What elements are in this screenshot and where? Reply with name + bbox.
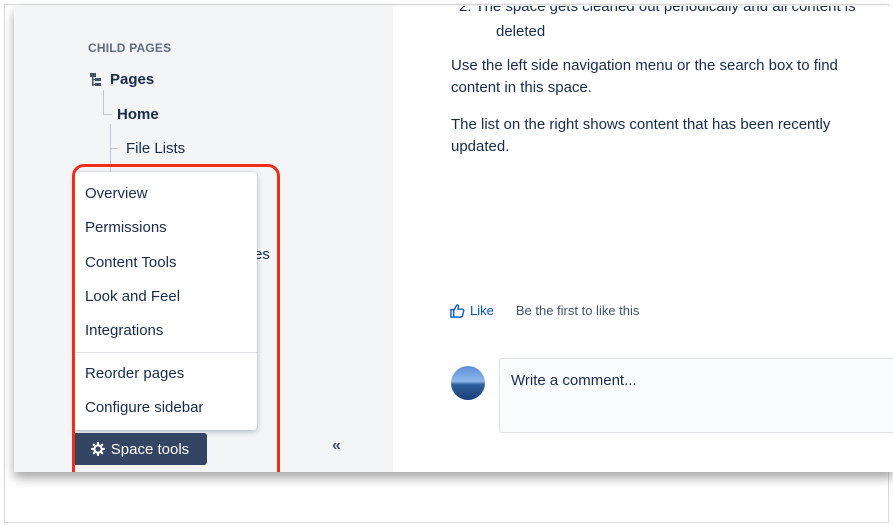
thumbs-up-icon[interactable]	[450, 303, 465, 318]
collapse-sidebar-icon[interactable]: «	[332, 437, 341, 455]
menu-item-overview[interactable]: Overview	[85, 185, 148, 202]
tree-item-pages[interactable]: Pages	[90, 71, 154, 88]
menu-divider	[74, 352, 257, 353]
page-content: 2. The space gets cleaned out periodical…	[393, 6, 893, 472]
tree-item-file-lists[interactable]: File Lists	[126, 140, 185, 157]
space-tools-label: Space tools	[110, 440, 190, 458]
menu-item-look-and-feel[interactable]: Look and Feel	[85, 288, 180, 305]
gear-icon	[90, 442, 105, 456]
menu-item-permissions[interactable]: Permissions	[85, 219, 167, 236]
confluence-window: CHILD PAGES Pages Home File Lists es Ove…	[14, 6, 893, 472]
menu-item-content-tools[interactable]: Content Tools	[85, 254, 176, 271]
page-tree-icon	[90, 72, 101, 86]
paragraph-navigation: Use the left side navigation menu or the…	[451, 57, 838, 96]
tree-item-home[interactable]: Home	[117, 106, 159, 123]
child-pages-heading: CHILD PAGES	[88, 41, 172, 55]
avatar	[451, 366, 485, 400]
tree-connector	[110, 148, 118, 149]
menu-item-reorder-pages[interactable]: Reorder pages	[85, 365, 184, 382]
menu-item-integrations[interactable]: Integrations	[85, 322, 163, 339]
paragraph-recent: The list on the right shows content that…	[451, 116, 831, 155]
space-tools-menu: Overview Permissions Content Tools Look …	[74, 172, 257, 430]
space-tools-button[interactable]: Space tools	[73, 433, 207, 465]
comment-placeholder: Write a comment...	[511, 372, 637, 389]
tree-connector	[103, 90, 112, 115]
menu-item-configure-sidebar[interactable]: Configure sidebar	[85, 399, 203, 416]
tree-item-pages-label: Pages	[110, 71, 155, 88]
comment-input[interactable]: Write a comment...	[499, 358, 893, 433]
like-row: Like Be the first to like this	[450, 303, 639, 318]
like-link[interactable]: Like	[470, 303, 494, 318]
list-item-continuation: deleted	[496, 23, 546, 40]
like-prompt: Be the first to like this	[515, 303, 640, 318]
space-sidebar: CHILD PAGES Pages Home File Lists es Ove…	[14, 6, 393, 472]
list-item-text: 2. The space gets cleaned out periodical…	[459, 6, 856, 15]
